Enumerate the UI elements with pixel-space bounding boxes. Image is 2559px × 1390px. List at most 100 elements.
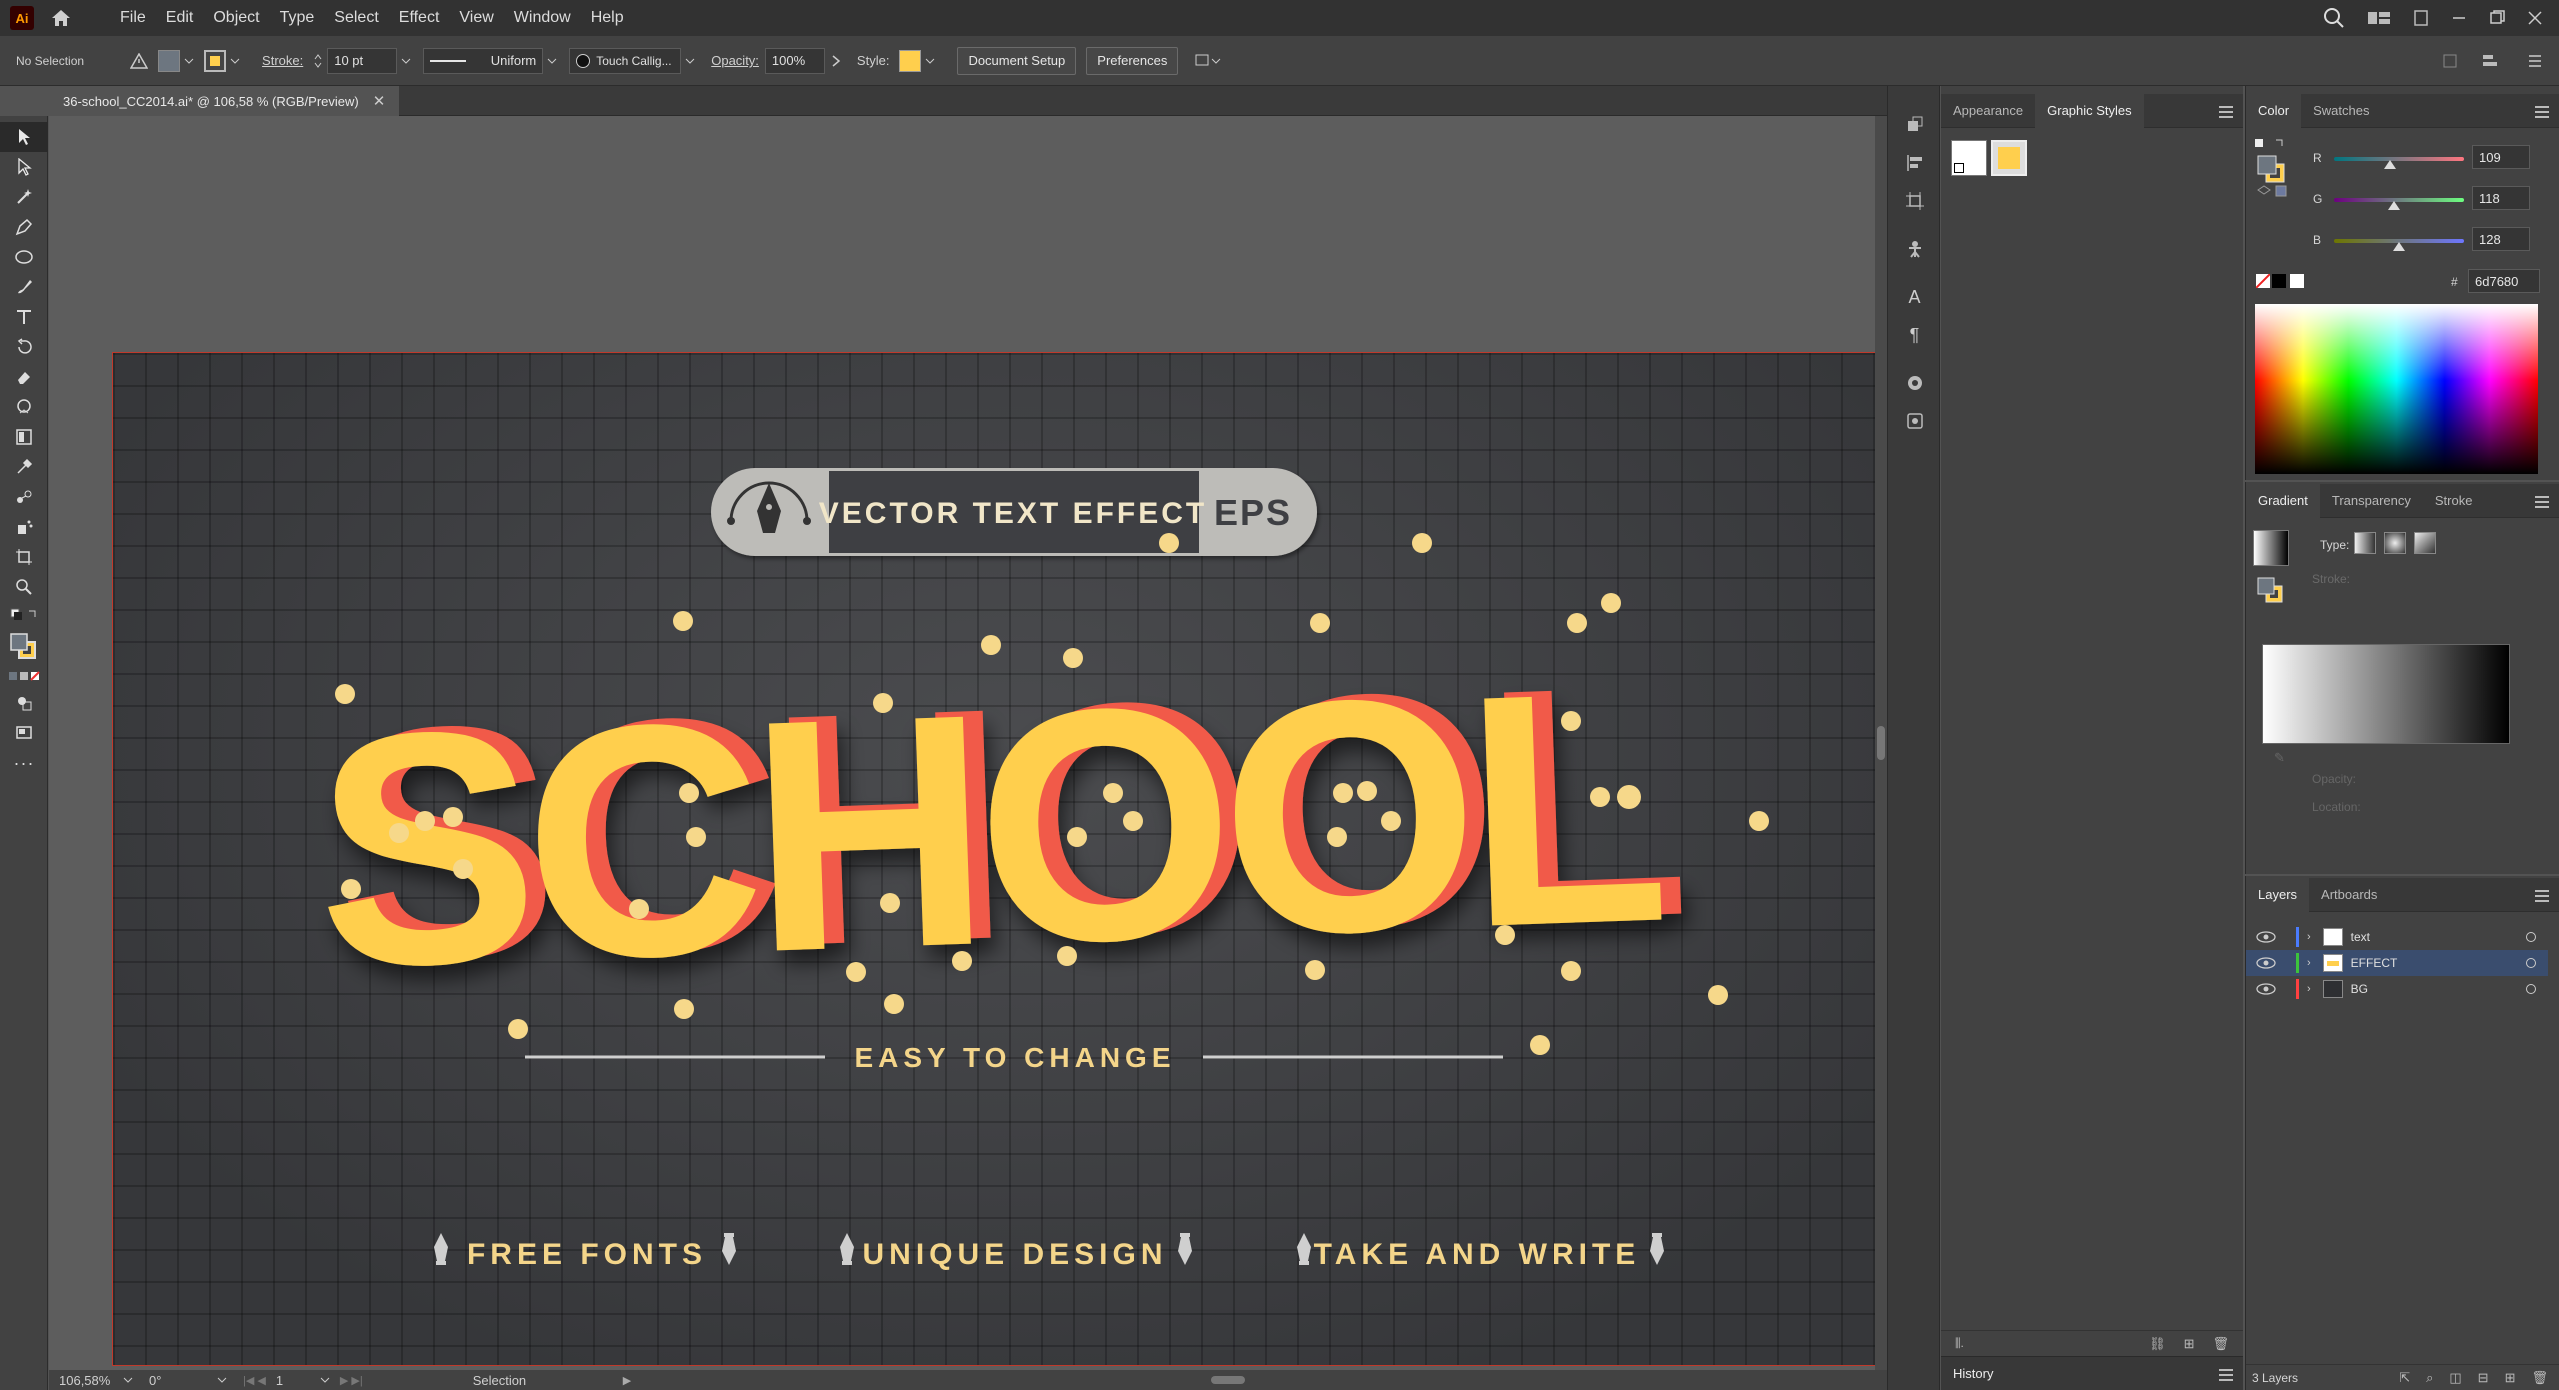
gradient-slider[interactable]: [2262, 644, 2510, 744]
stroke-stepper-icon[interactable]: [313, 52, 323, 70]
close-icon[interactable]: [2527, 10, 2543, 26]
delete-layer-icon[interactable]: 🗑: [2531, 1370, 2548, 1386]
selection-tool-icon[interactable]: [0, 122, 48, 152]
color-menu-icon[interactable]: [2535, 106, 2549, 118]
target-circle-icon[interactable]: [2526, 958, 2536, 968]
tab-swatches[interactable]: Swatches: [2301, 94, 2381, 128]
menu-object[interactable]: Object: [203, 0, 269, 36]
links-panel-icon[interactable]: [1888, 106, 1941, 144]
libraries-panel-icon[interactable]: [1888, 402, 1941, 440]
tab-layers[interactable]: Layers: [2246, 877, 2310, 912]
menu-help[interactable]: Help: [581, 0, 634, 36]
tab-stroke[interactable]: Stroke: [2423, 484, 2485, 518]
new-style-icon[interactable]: ⊞: [2184, 1336, 2195, 1352]
style-swatch[interactable]: [899, 49, 935, 72]
preferences-button[interactable]: Preferences: [1086, 46, 1179, 75]
character-panel-icon[interactable]: A: [1888, 278, 1941, 316]
close-tab-icon[interactable]: ✕: [373, 92, 386, 110]
rotation-value[interactable]: 0°: [149, 1373, 213, 1388]
minimize-icon[interactable]: [2451, 10, 2467, 26]
workspace-icon[interactable]: [2367, 9, 2391, 27]
draw-mode-icon[interactable]: [0, 688, 48, 718]
menu-effect[interactable]: Effect: [389, 0, 450, 36]
layer-row-bg[interactable]: › BG: [2246, 976, 2548, 1002]
stroke-label[interactable]: Stroke:: [262, 53, 303, 68]
canvas-area[interactable]: VECTOR TEXT EFFECT EPS SCHOOL SCHOOL EAS…: [49, 116, 1916, 1370]
stroke-weight-dropdown-icon[interactable]: [401, 56, 411, 66]
artboard-nav-prev-icon[interactable]: |◀ ◀: [243, 1374, 266, 1387]
history-tab[interactable]: History: [1953, 1366, 1993, 1381]
color-fill-stroke-icon[interactable]: [2254, 138, 2288, 203]
r-input[interactable]: 109: [2472, 145, 2530, 169]
locate-object-icon[interactable]: ⌕: [2426, 1370, 2433, 1386]
stroke-weight-input[interactable]: 10 pt: [327, 47, 398, 74]
new-layer-icon[interactable]: ⊞: [2505, 1370, 2516, 1386]
expand-chevron-icon[interactable]: ›: [2307, 983, 2311, 995]
new-sublayer-icon[interactable]: ⊟: [2478, 1370, 2489, 1386]
direct-selection-tool-icon[interactable]: [0, 152, 48, 182]
variable-width-profile[interactable]: Uniform: [423, 47, 544, 74]
type-tool-icon[interactable]: [0, 302, 48, 332]
g-slider-thumb[interactable]: [2388, 201, 2400, 210]
menu-type[interactable]: Type: [270, 0, 325, 36]
horizontal-scrollbar[interactable]: [641, 1374, 1811, 1386]
radial-gradient-button[interactable]: [2384, 532, 2406, 554]
export-icon[interactable]: ⇱: [2399, 1370, 2410, 1386]
brush-definition[interactable]: Touch Callig...: [569, 47, 682, 74]
tab-color[interactable]: Color: [2246, 93, 2302, 128]
pen-tool-icon[interactable]: [0, 212, 48, 242]
fill-stroke-swatch[interactable]: [0, 628, 48, 664]
warp-tool-icon[interactable]: [0, 392, 48, 422]
artboard[interactable]: VECTOR TEXT EFFECT EPS SCHOOL SCHOOL EAS…: [112, 352, 1916, 1366]
g-input[interactable]: 118: [2472, 186, 2530, 210]
white-swatch[interactable]: [2290, 274, 2304, 288]
linear-gradient-button[interactable]: [2354, 532, 2376, 554]
hex-input[interactable]: 6d7680: [2468, 269, 2540, 293]
artboard-number[interactable]: 1: [276, 1373, 316, 1388]
magic-wand-tool-icon[interactable]: [0, 182, 48, 212]
opacity-arrow-icon[interactable]: [831, 54, 841, 68]
vertical-scrollbar[interactable]: [1875, 116, 1887, 1370]
color-guide-icon[interactable]: [1888, 364, 1941, 402]
profile-dropdown-icon[interactable]: [547, 56, 557, 66]
panel-menu-icon[interactable]: [2527, 52, 2543, 70]
opacity-label[interactable]: Opacity:: [711, 53, 759, 68]
tab-artboards[interactable]: Artboards: [2309, 878, 2389, 912]
delete-style-icon[interactable]: 🗑: [2212, 1336, 2229, 1352]
break-link-icon[interactable]: ⛓: [2149, 1336, 2166, 1352]
transform-panel-icon[interactable]: [1888, 182, 1941, 220]
layer-row-text[interactable]: › text: [2246, 924, 2548, 950]
visibility-eye-icon[interactable]: [2256, 931, 2276, 943]
puppet-warp-icon[interactable]: [1888, 230, 1941, 268]
menu-select[interactable]: Select: [324, 0, 388, 36]
eyedropper-tool-icon[interactable]: [0, 452, 48, 482]
fill-swatch[interactable]: [158, 49, 194, 72]
opacity-input[interactable]: 100%: [764, 47, 825, 74]
graphic-styles-menu-icon[interactable]: [2219, 106, 2233, 118]
blend-tool-icon[interactable]: [0, 482, 48, 512]
rotation-dropdown-icon[interactable]: [217, 1375, 227, 1385]
paragraph-panel-icon[interactable]: ¶: [1888, 316, 1941, 354]
gradient-tool-icon[interactable]: [0, 422, 48, 452]
swap-colors-icon[interactable]: [0, 602, 48, 628]
tab-gradient[interactable]: Gradient: [2246, 483, 2320, 518]
tab-appearance[interactable]: Appearance: [1941, 94, 2035, 128]
h-scroll-thumb[interactable]: [1211, 1376, 1246, 1384]
layers-menu-icon[interactable]: [2535, 890, 2549, 902]
freeform-gradient-button[interactable]: [2414, 532, 2436, 554]
rotate-tool-icon[interactable]: [0, 332, 48, 362]
target-circle-icon[interactable]: [2526, 932, 2536, 942]
menu-window[interactable]: Window: [504, 0, 581, 36]
align-panel-icon[interactable]: [1888, 144, 1941, 182]
arrange-docs-icon[interactable]: [2413, 9, 2429, 27]
default-style-swatch[interactable]: [1951, 140, 1987, 176]
tab-transparency[interactable]: Transparency: [2320, 484, 2423, 518]
isolate-icon[interactable]: [2441, 52, 2459, 70]
align-icon[interactable]: [2481, 52, 2505, 70]
artboard-dropdown-icon[interactable]: [320, 1375, 330, 1385]
scroll-thumb[interactable]: [1877, 726, 1885, 760]
gradient-preview[interactable]: [2253, 530, 2289, 566]
target-circle-icon[interactable]: [2526, 984, 2536, 994]
black-swatch[interactable]: [2272, 274, 2286, 288]
tab-graphic-styles[interactable]: Graphic Styles: [2035, 93, 2144, 128]
